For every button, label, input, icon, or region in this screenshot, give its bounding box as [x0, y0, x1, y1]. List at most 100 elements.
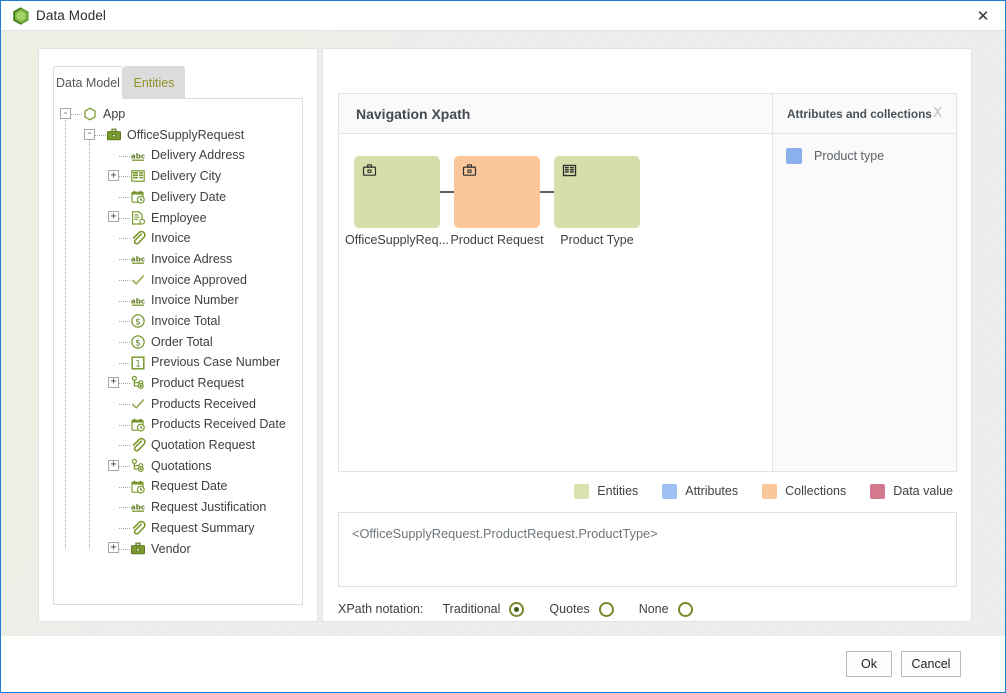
tree-item-order-total[interactable]: $ Order Total [54, 332, 302, 353]
tree-item-label: Invoice Adress [151, 251, 233, 266]
tree-collapse-toggle[interactable]: - [60, 108, 71, 119]
xpath-notation-label: XPath notation: [338, 602, 424, 616]
tree-expand-toggle[interactable]: + [108, 170, 119, 182]
tree-item-quotation-request[interactable]: Quotation Request [54, 435, 302, 456]
radio-quotes-label: Quotes [549, 602, 590, 616]
abc-icon: abc [130, 148, 146, 164]
tab-entities-label: Entities [133, 75, 175, 90]
tree-connector [119, 445, 130, 447]
tree-item-vendor[interactable]: + Vendor [54, 538, 302, 559]
tree-item-label: Previous Case Number [151, 355, 281, 370]
tree-scroll-container[interactable]: - App - OfficeSupplyRequest abc Delivery Addr… [53, 98, 303, 605]
tree-connector [119, 383, 130, 385]
tree-item-invoice-total[interactable]: $ Invoice Total [54, 311, 302, 332]
svg-text:$: $ [135, 338, 140, 348]
tree-item-request-summary[interactable]: Request Summary [54, 518, 302, 539]
briefcase-icon [362, 163, 377, 178]
data-model-dialog: Data Model ✕ Data Model Entities - App - Of… [0, 0, 1006, 693]
tree-item-product-request[interactable]: + Product Request [54, 373, 302, 394]
legend-item-collections: Collections [762, 483, 846, 499]
tree-guide-line [65, 114, 66, 550]
tree-expand-toggle[interactable]: + [108, 211, 119, 223]
diagram-connector [540, 191, 554, 193]
tree-item-invoice[interactable]: Invoice [54, 228, 302, 249]
svg-text:$: $ [135, 318, 140, 328]
tree-connector [119, 341, 130, 343]
tree-expand-toggle[interactable]: + [108, 376, 119, 388]
calendar-clock-icon [130, 479, 146, 495]
paperclip-icon [130, 520, 146, 536]
close-icon[interactable]: X [933, 106, 942, 121]
tree-item-label: Request Date [151, 479, 228, 494]
collection-icon [130, 375, 146, 391]
radio-traditional[interactable]: Traditional [442, 601, 525, 617]
tree-item-delivery-city[interactable]: + Delivery City [54, 166, 302, 187]
close-icon[interactable]: ✕ [961, 1, 1005, 30]
tree-item-app[interactable]: - App [54, 104, 302, 125]
tree-item-products-received-date[interactable]: Products Received Date [54, 414, 302, 435]
xpath-output[interactable]: <OfficeSupplyRequest.ProductRequest.Prod… [338, 512, 957, 587]
abc-icon: abc [130, 251, 146, 267]
tree-item-label: Quotation Request [151, 438, 256, 453]
tree-collapse-toggle[interactable]: - [84, 128, 95, 140]
legend-color-swatch [662, 483, 678, 499]
check-icon [130, 396, 146, 412]
window-titlebar: Data Model ✕ [1, 1, 1005, 31]
abc-icon: abc [130, 499, 146, 515]
tab-data-model[interactable]: Data Model [53, 66, 123, 99]
tree-item-quotations[interactable]: + Quotations [54, 456, 302, 477]
tree-item-products-received[interactable]: Products Received [54, 394, 302, 415]
diagram-node-officesupplyreq-[interactable] [354, 156, 440, 228]
tree-item-label: Order Total [151, 334, 213, 349]
tree-connector [119, 155, 130, 157]
tree-expand-toggle[interactable]: + [108, 459, 119, 471]
radio-quotes-control[interactable] [598, 601, 614, 617]
diagram-node-label: Product Request [450, 233, 544, 247]
paperclip-icon [130, 230, 146, 246]
calendar-clock-icon [130, 417, 146, 433]
tree-item-label: Invoice [151, 231, 191, 246]
tab-entities[interactable]: Entities [123, 66, 185, 99]
tab-data-model-label: Data Model [56, 75, 120, 90]
diagram-legend: Entities Attributes Collections Data value [338, 475, 957, 507]
svg-text:abc: abc [131, 255, 145, 264]
diagram-node-product-request[interactable] [454, 156, 540, 228]
tree-item-invoice-approved[interactable]: Invoice Approved [54, 270, 302, 291]
tree-connector [119, 300, 130, 302]
ok-button[interactable]: Ok [846, 651, 892, 677]
tree-item-label: Product Request [151, 376, 245, 391]
attributes-list-panel: Product type [773, 134, 956, 471]
svg-text:abc: abc [131, 503, 145, 512]
tree-expand-toggle[interactable]: + [108, 542, 119, 554]
tree-item-request-justification[interactable]: abc Request Justification [54, 497, 302, 518]
tree-item-officesupplyrequest[interactable]: - OfficeSupplyRequest [54, 125, 302, 146]
attribute-label: Product type [814, 149, 885, 163]
radio-none[interactable]: None [639, 601, 693, 617]
list-item[interactable]: Product type [786, 148, 884, 164]
radio-quotes[interactable]: Quotes [549, 601, 614, 617]
hexagon-logo-icon [12, 7, 30, 25]
tree-item-label: App [103, 107, 126, 122]
navigation-xpath-panel: Navigation Xpath Attributes and collecti… [322, 48, 972, 622]
radio-none-control[interactable] [677, 601, 693, 617]
tree-item-invoice-adress[interactable]: abc Invoice Adress [54, 249, 302, 270]
legend-label: Attributes [685, 484, 739, 498]
tree-item-request-date[interactable]: Request Date [54, 476, 302, 497]
tree-item-label: Vendor [151, 541, 191, 556]
diagram-canvas[interactable]: OfficeSupplyReq... Product Request Product… [339, 134, 773, 471]
tree-connector [119, 176, 130, 178]
tree-item-previous-case-number[interactable]: 1 Previous Case Number [54, 352, 302, 373]
abc-icon: abc [130, 293, 146, 309]
svg-text:1: 1 [135, 358, 140, 368]
diagram-node-product-type[interactable] [554, 156, 640, 228]
radio-traditional-control[interactable] [509, 601, 525, 617]
tree-connector [119, 466, 130, 468]
cancel-button[interactable]: Cancel [901, 651, 961, 677]
tree-item-invoice-number[interactable]: abc Invoice Number [54, 290, 302, 311]
tree-connector [119, 548, 130, 550]
tree-item-employee[interactable]: + Employee [54, 207, 302, 228]
attributes-header: Attributes and collections X [773, 94, 956, 133]
tree-item-delivery-address[interactable]: abc Delivery Address [54, 145, 302, 166]
tree-item-delivery-date[interactable]: Delivery Date [54, 187, 302, 208]
dialog-footer: Ok Cancel [1, 636, 1005, 692]
